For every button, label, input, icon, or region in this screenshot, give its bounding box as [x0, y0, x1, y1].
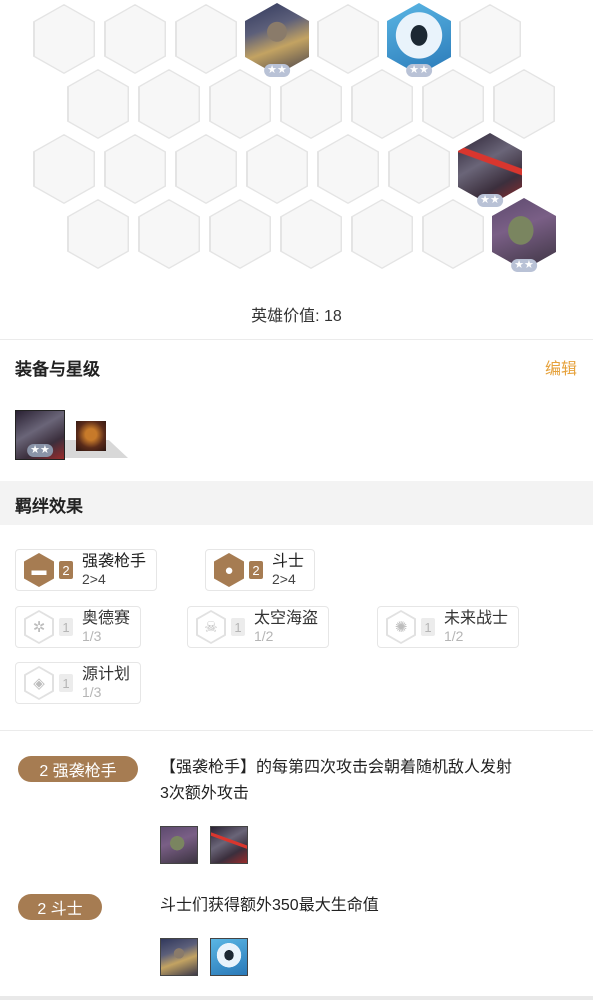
equipment-item-icon[interactable]: [76, 421, 106, 451]
edit-button[interactable]: 编辑: [545, 355, 577, 379]
trait-progress: 1/2: [444, 628, 464, 644]
effect-line: 【强袭枪手】的每第四次攻击会朝着随机敌人发射: [160, 759, 513, 776]
trait-progress: 1/3: [82, 684, 102, 700]
board-hex-slot[interactable]: [317, 134, 379, 204]
trait-name: 强袭枪手: [82, 553, 147, 570]
champion-thumbnail[interactable]: [160, 938, 198, 976]
pirate-skull-icon: ☠: [196, 610, 226, 644]
star-rating: ★ ★: [511, 259, 537, 272]
champion-guard[interactable]: ★ ★: [245, 3, 309, 77]
fist-icon: ●: [214, 553, 244, 587]
trait-name: 太空海盗: [254, 610, 319, 627]
board-hex-slot[interactable]: [175, 4, 237, 74]
board-hex-slot[interactable]: [459, 4, 521, 74]
board-hex-slot[interactable]: [351, 199, 413, 269]
trait-progress: 1/3: [82, 628, 102, 644]
effect-line: 斗士们获得额外350最大生命值: [160, 897, 379, 914]
bottom-edge: [0, 996, 593, 1000]
star-rating: ★ ★: [264, 64, 290, 77]
bonds-section-title: 羁绊效果: [15, 497, 83, 516]
board-hex-slot[interactable]: [246, 134, 308, 204]
trait-chip[interactable]: ▬ 2 强袭枪手 2>4: [15, 549, 158, 591]
board-hex-slot[interactable]: [280, 199, 342, 269]
trait-count: 2: [59, 561, 73, 579]
star-rating: ★ ★: [27, 444, 53, 457]
trait-name: 奥德赛: [82, 610, 131, 627]
board-hex-slot[interactable]: [33, 134, 95, 204]
trait-progress: 2>4: [82, 571, 106, 587]
board-hex-slot[interactable]: [280, 69, 342, 139]
board-hex-slot[interactable]: [67, 199, 129, 269]
board-hex-slot[interactable]: [209, 69, 271, 139]
board-hex-slot[interactable]: [175, 134, 237, 204]
trait-count: 1: [59, 674, 73, 692]
trait-name: 源计划: [82, 666, 131, 683]
trait-count: 1: [421, 618, 435, 636]
board-hex-slot[interactable]: [138, 199, 200, 269]
trait-name: 斗士: [272, 553, 305, 570]
trait-effect-description: 斗士们获得额外350最大生命值: [160, 893, 379, 919]
trait-name: 未来战士: [444, 610, 509, 627]
odyssey-icon: ✲: [24, 610, 54, 644]
board-hex-slot[interactable]: [351, 69, 413, 139]
trait-count: 1: [59, 618, 73, 636]
champion-robot[interactable]: ★ ★: [387, 3, 451, 77]
effect-line: 3次额外攻击: [160, 785, 249, 802]
trait-chip[interactable]: ● 2 斗士 2>4: [205, 549, 316, 591]
divider: [0, 730, 593, 731]
champion-thumbnail[interactable]: [210, 938, 248, 976]
gun-icon: ▬: [24, 553, 54, 587]
trait-progress: 1/2: [254, 628, 274, 644]
star-rating: ★ ★: [406, 64, 432, 77]
board-hex-slot[interactable]: [104, 134, 166, 204]
trait-count: 2: [249, 561, 263, 579]
trait-chip[interactable]: ☠ 1 太空海盗 1/2: [187, 606, 330, 648]
champion-thumbnail[interactable]: [210, 826, 248, 864]
trait-chip[interactable]: ◈ 1 源计划 1/3: [15, 662, 142, 704]
champion-brute[interactable]: ★ ★: [492, 198, 556, 272]
trait-effect-badge: 2 强袭枪手: [18, 756, 138, 782]
board-hex-slot[interactable]: [493, 69, 555, 139]
board-hex-slot[interactable]: [138, 69, 200, 139]
equipment-section-title: 装备与星级: [15, 360, 100, 379]
selected-champion-portrait[interactable]: ★ ★: [15, 410, 65, 460]
trait-effect-badge: 2 斗士: [18, 894, 102, 920]
trait-count: 1: [231, 618, 245, 636]
champion-mech[interactable]: ★ ★: [458, 133, 522, 207]
trait-chip[interactable]: ✺ 1 未来战士 1/2: [377, 606, 520, 648]
hex-board: ★ ★ ★ ★ ★ ★ ★ ★: [0, 0, 593, 295]
board-hex-slot[interactable]: [317, 4, 379, 74]
board-hex-slot[interactable]: [33, 4, 95, 74]
board-hex-slot[interactable]: [67, 69, 129, 139]
trait-progress: 2>4: [272, 571, 296, 587]
board-hex-slot[interactable]: [104, 4, 166, 74]
hero-value-label: 英雄价值: 18: [251, 308, 342, 325]
board-hex-slot[interactable]: [388, 134, 450, 204]
trait-effect-description: 【强袭枪手】的每第四次攻击会朝着随机敌人发射 3次额外攻击: [160, 755, 512, 807]
trait-chip[interactable]: ✲ 1 奥德赛 1/3: [15, 606, 142, 648]
aperture-icon: ✺: [386, 610, 416, 644]
bonds-header: [0, 481, 593, 525]
board-hex-slot[interactable]: [422, 69, 484, 139]
board-hex-slot[interactable]: [209, 199, 271, 269]
project-icon: ◈: [24, 666, 54, 700]
board-hex-slot[interactable]: [422, 199, 484, 269]
divider: [0, 339, 593, 340]
champion-thumbnail[interactable]: [160, 826, 198, 864]
